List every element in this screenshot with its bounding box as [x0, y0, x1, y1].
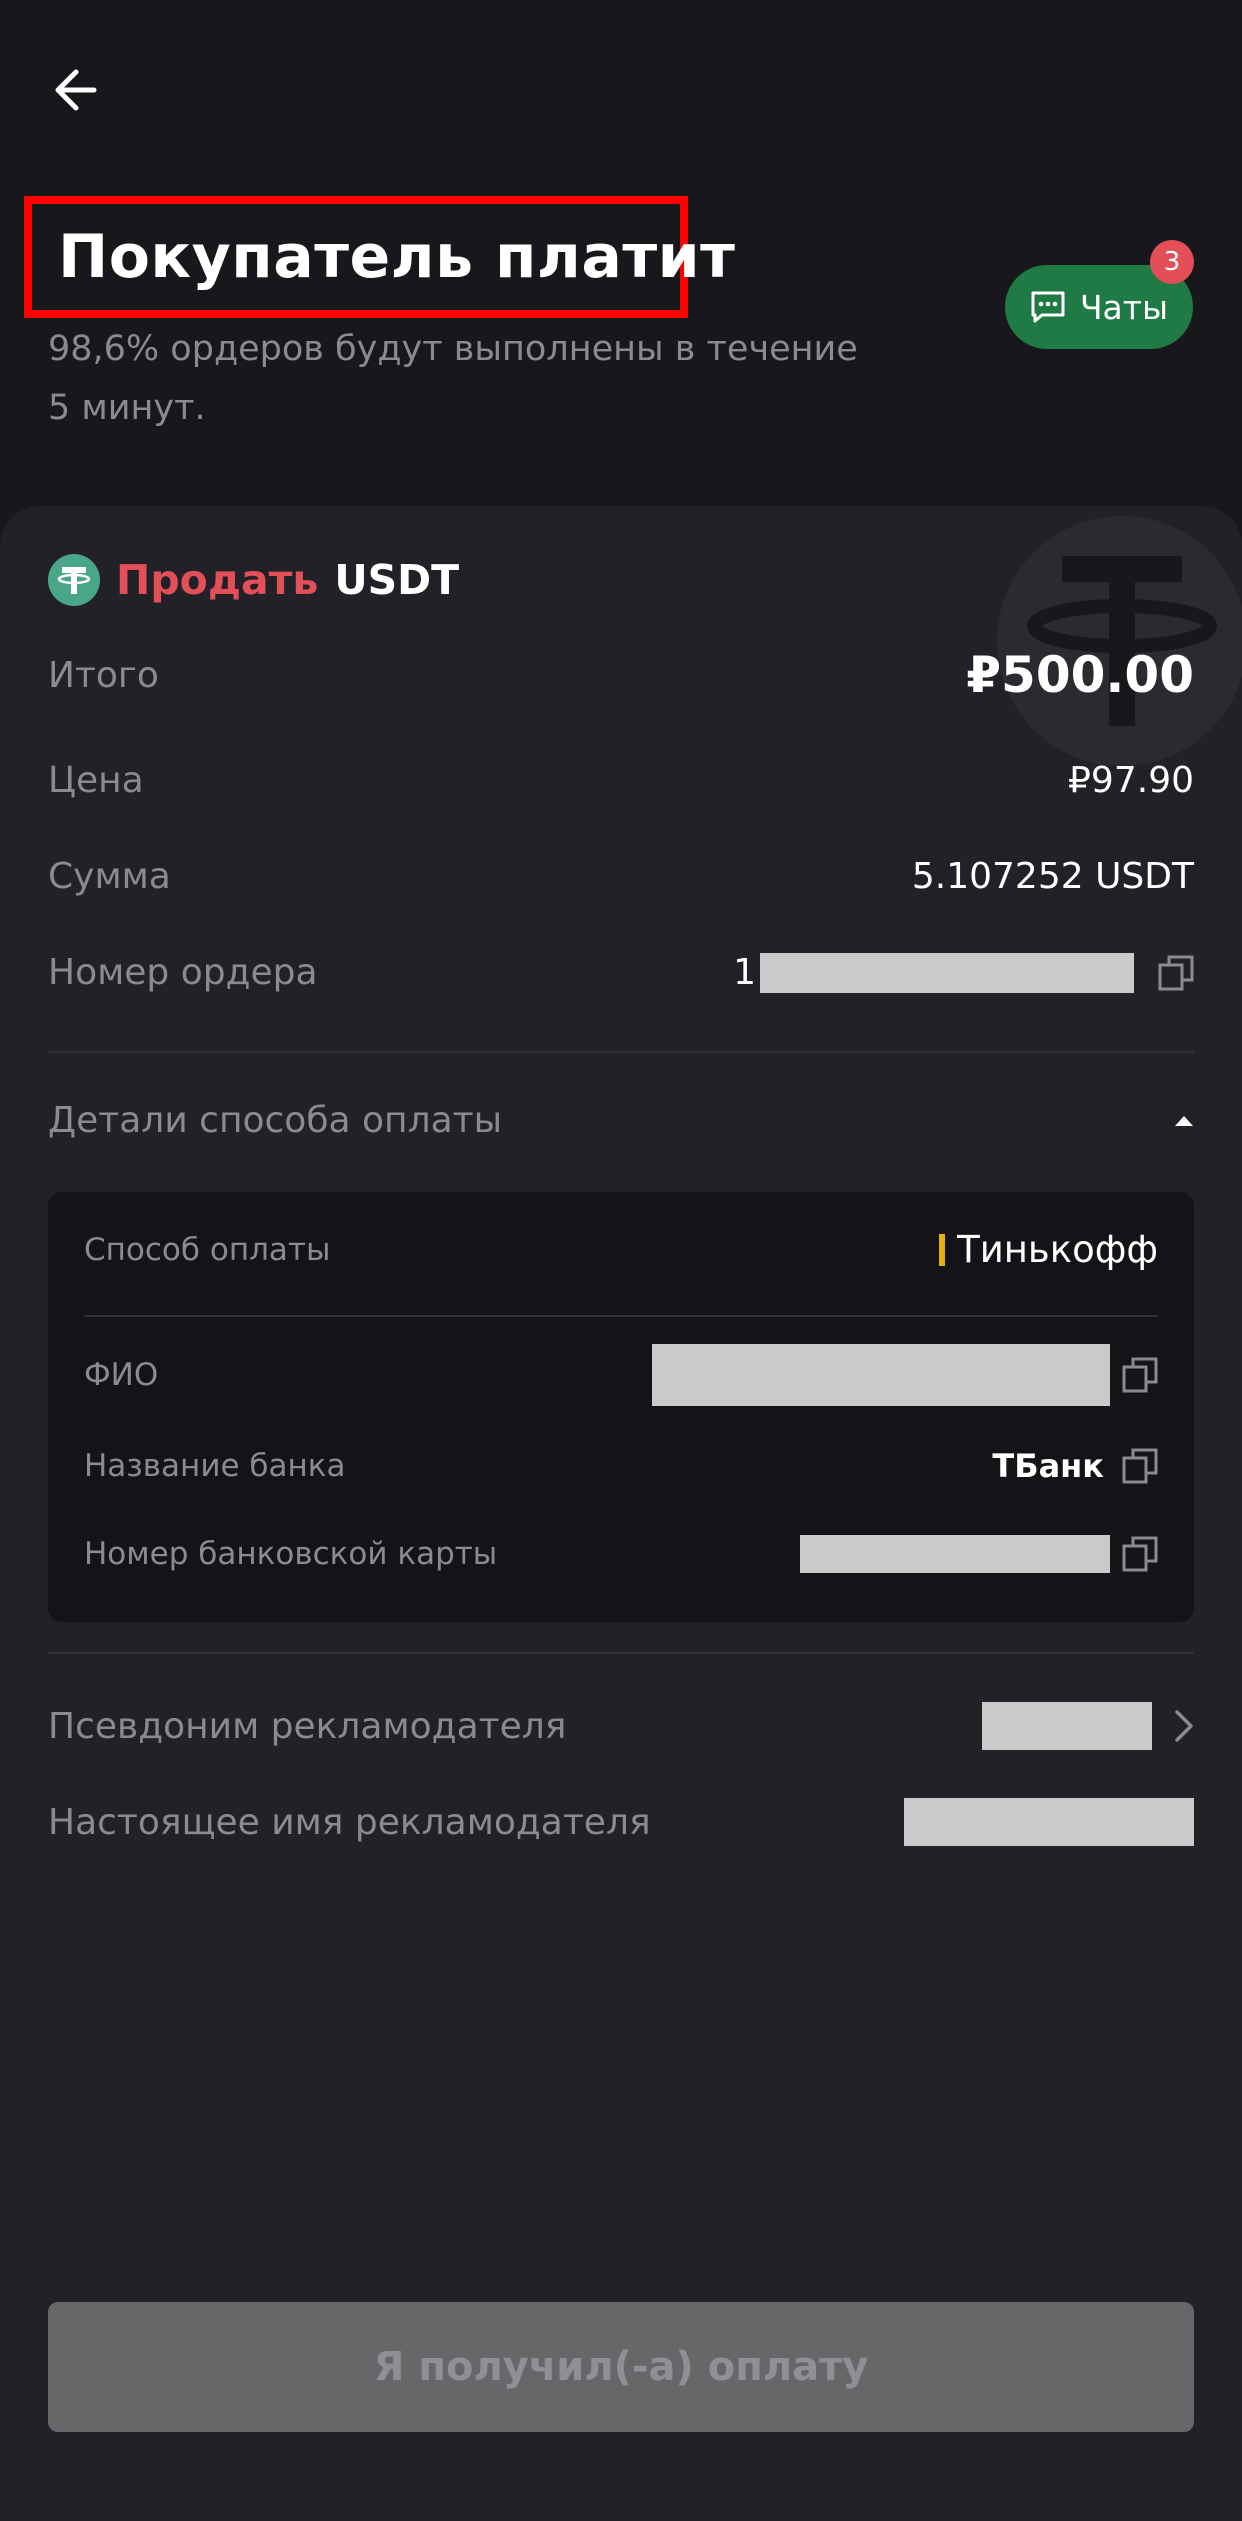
advertiser-real-name-redacted: [904, 1798, 1194, 1846]
bank-name-value: ТБанк: [992, 1447, 1158, 1485]
card-number-redacted: [800, 1535, 1110, 1573]
amount-value: 5.107252 USDT: [911, 856, 1194, 897]
bank-color-marker: [939, 1233, 946, 1266]
title-highlight: Покупатель платит: [24, 196, 735, 318]
bank-name-label: Название банка: [84, 1448, 346, 1484]
chats-button-label: Чаты: [1079, 287, 1169, 327]
details-divider: [84, 1315, 1158, 1317]
chat-unread-badge: 3: [1150, 240, 1194, 284]
order-number-redacted: [760, 952, 1134, 993]
order-number-value: 1: [733, 952, 1194, 993]
order-number-prefix: 1: [733, 952, 756, 993]
fio-row: ФИО: [84, 1344, 1158, 1406]
chevron-right-icon: [1175, 1710, 1193, 1742]
price-value: ₽97.90: [1068, 760, 1194, 801]
payment-method-name: Тинькофф: [957, 1228, 1158, 1271]
order-asset: USDT: [334, 556, 460, 604]
order-card: Продать USDT Итого ₽500.00 Цена ₽97.90 С…: [0, 506, 1242, 2521]
advertiser-real-name-row: Настоящее имя рекламодателя: [48, 1798, 1194, 1846]
advertiser-nickname-value: [982, 1702, 1194, 1750]
payment-method-label: Способ оплаты: [84, 1231, 331, 1268]
advertiser-nickname-redacted: [982, 1702, 1152, 1750]
copy-fio-icon[interactable]: [1122, 1357, 1158, 1393]
amount-row: Сумма 5.107252 USDT: [48, 856, 1194, 897]
total-value: ₽500.00: [966, 646, 1194, 704]
page-subtitle: 98,6% ордеров будут выполнены в течение …: [48, 329, 858, 428]
header: Покупатель платит 98,6% ордеров будут вы…: [0, 0, 1242, 506]
payment-received-button[interactable]: Я получил(-а) оплату: [48, 2302, 1194, 2432]
payment-details-toggle[interactable]: Детали способа оплаты: [48, 1100, 1194, 1141]
card-number-value: [800, 1535, 1158, 1573]
order-number-label: Номер ордера: [48, 952, 318, 993]
total-label: Итого: [48, 654, 159, 696]
order-action: Продать: [116, 556, 319, 604]
fio-label: ФИО: [84, 1357, 159, 1393]
payment-details-label: Детали способа оплаты: [48, 1100, 503, 1141]
order-type: Продать USDT: [48, 554, 459, 606]
advertiser-real-name-label: Настоящее имя рекламодателя: [48, 1801, 651, 1843]
bank-name-row: Название банка ТБанк: [84, 1447, 1158, 1485]
payment-method-row: Способ оплаты Тинькофф: [84, 1228, 1158, 1271]
advertiser-nickname-row[interactable]: Псевдоним рекламодателя: [48, 1702, 1194, 1750]
copy-bank-name-icon[interactable]: [1122, 1448, 1158, 1484]
copy-card-number-icon[interactable]: [1122, 1536, 1158, 1572]
price-row: Цена ₽97.90: [48, 760, 1194, 801]
caret-up-icon: [1175, 1115, 1193, 1126]
price-label: Цена: [48, 760, 144, 801]
advertiser-nickname-label: Псевдоним рекламодателя: [48, 1705, 567, 1747]
fio-redacted: [652, 1344, 1110, 1406]
divider-1: [48, 1051, 1194, 1053]
fio-value: [652, 1344, 1158, 1406]
bank-name-text: ТБанк: [992, 1447, 1104, 1485]
usdt-coin-icon: [48, 554, 100, 606]
tether-watermark-icon: [997, 516, 1242, 766]
divider-2: [48, 1652, 1194, 1654]
card-number-row: Номер банковской карты: [84, 1535, 1158, 1573]
chat-icon: [1031, 291, 1065, 323]
card-number-label: Номер банковской карты: [84, 1536, 498, 1572]
total-row: Итого ₽500.00: [48, 646, 1194, 704]
payment-method-value: Тинькофф: [939, 1228, 1158, 1271]
back-arrow-icon[interactable]: [48, 60, 108, 120]
copy-order-number-icon[interactable]: [1158, 955, 1194, 991]
order-number-row: Номер ордера 1: [48, 952, 1194, 993]
payment-details-panel: Способ оплаты Тинькофф ФИО Название банк…: [48, 1192, 1194, 1622]
amount-label: Сумма: [48, 856, 171, 897]
page-title: Покупатель платит: [58, 222, 736, 292]
